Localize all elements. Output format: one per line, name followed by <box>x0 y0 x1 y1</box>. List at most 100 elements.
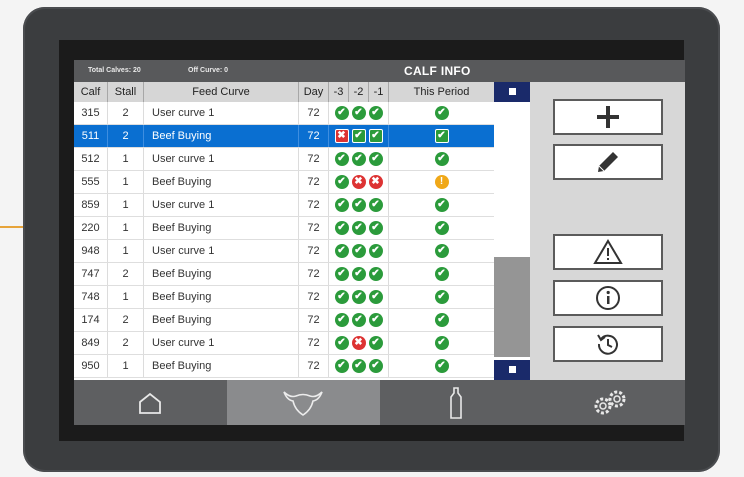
stall-number: 1 <box>108 194 144 216</box>
scroll-down-button[interactable] <box>494 360 530 380</box>
add-button[interactable] <box>553 99 663 135</box>
table-row[interactable]: 950 1 Beef Buying 72 ✔ ✔ ✔ ✔ <box>74 355 494 378</box>
table-row[interactable]: 747 2 Beef Buying 72 ✔ ✔ ✔ ✔ <box>74 263 494 286</box>
info-button[interactable] <box>553 280 663 316</box>
calf-id: 849 <box>74 332 108 354</box>
check-icon: ✔ <box>368 266 383 281</box>
check-icon: ✔ <box>351 197 366 212</box>
table-row[interactable]: 512 1 User curve 1 72 ✔ ✔ ✔ ✔ <box>74 148 494 171</box>
table-row[interactable]: 849 2 User curve 1 72 ✔ ✖ ✔ ✔ <box>74 332 494 355</box>
feed-curve: User curve 1 <box>144 194 299 216</box>
table-row[interactable]: 555 1 Beef Buying 72 ✔ ✖ ✖! <box>74 171 494 194</box>
tab-settings[interactable] <box>532 380 685 425</box>
feed-curve: User curve 1 <box>144 102 299 124</box>
scroll-up-button[interactable] <box>494 82 530 102</box>
period-status: ✔ <box>389 309 494 331</box>
feed-curve: Beef Buying <box>144 263 299 285</box>
check-icon: ✔ <box>368 243 383 258</box>
column-header-calf[interactable]: Calf <box>74 82 108 102</box>
check-icon: ✔ <box>334 151 349 166</box>
tab-milk[interactable] <box>380 380 533 425</box>
check-icon: ✔ <box>434 220 449 235</box>
table-row[interactable]: 948 1 User curve 1 72 ✔ ✔ ✔ ✔ <box>74 240 494 263</box>
calf-id: 948 <box>74 240 108 262</box>
scrollbar[interactable] <box>494 82 530 380</box>
check-icon: ✔ <box>334 358 349 373</box>
table-row[interactable]: 315 2 User curve 1 72 ✔ ✔ ✔ ✔ <box>74 102 494 125</box>
column-header-minus3[interactable]: -3 <box>329 82 349 102</box>
error-icon: ✖ <box>368 174 383 189</box>
table-row[interactable]: 859 1 User curve 1 72 ✔ ✔ ✔ ✔ <box>74 194 494 217</box>
period-status: ✔ <box>389 148 494 170</box>
period-status: ✔ <box>389 125 494 147</box>
history-status: ✔ ✔ ✔ <box>329 148 389 170</box>
column-header-day[interactable]: Day <box>299 82 329 102</box>
bottle-icon <box>450 386 462 419</box>
history-status: ✔ ✔ ✔ <box>329 263 389 285</box>
stall-number: 2 <box>108 125 144 147</box>
feed-curve: User curve 1 <box>144 240 299 262</box>
table-row[interactable]: 174 2 Beef Buying 72 ✔ ✔ ✔ ✔ <box>74 309 494 332</box>
check-icon: ✔ <box>334 335 349 350</box>
error-icon: ✖ <box>334 128 349 143</box>
check-icon: ✔ <box>368 312 383 327</box>
check-icon: ✔ <box>434 128 449 143</box>
history-status: ✔ ✔ ✔ <box>329 194 389 216</box>
day-count: 72 <box>299 194 329 216</box>
check-icon: ✔ <box>351 243 366 258</box>
check-icon: ✔ <box>368 289 383 304</box>
scroll-thumb[interactable] <box>494 257 530 357</box>
calf-icon <box>283 390 323 416</box>
table-row[interactable]: 748 1 Beef Buying 72 ✔ ✔ ✔ ✔ <box>74 286 494 309</box>
check-icon: ✔ <box>368 358 383 373</box>
history-button[interactable] <box>553 326 663 362</box>
check-icon: ✔ <box>434 197 449 212</box>
tab-home[interactable] <box>74 380 227 425</box>
stall-number: 1 <box>108 240 144 262</box>
day-count: 72 <box>299 102 329 124</box>
alarm-button[interactable] <box>553 234 663 270</box>
check-icon: ✔ <box>351 358 366 373</box>
check-icon: ✔ <box>368 335 383 350</box>
check-icon: ✔ <box>334 174 349 189</box>
period-status: ✔ <box>389 240 494 262</box>
column-header-this-period[interactable]: This Period <box>389 82 494 102</box>
pencil-icon <box>598 152 618 172</box>
table-row[interactable]: 220 1 Beef Buying 72 ✔ ✔ ✔ ✔ <box>74 217 494 240</box>
feed-curve: Beef Buying <box>144 309 299 331</box>
check-icon: ✔ <box>334 243 349 258</box>
check-icon: ✔ <box>351 151 366 166</box>
calf-id: 950 <box>74 355 108 377</box>
edit-button[interactable] <box>553 144 663 180</box>
history-status: ✔ ✔ ✔ <box>329 240 389 262</box>
check-icon: ✔ <box>368 105 383 120</box>
column-header-minus1[interactable]: -1 <box>369 82 389 102</box>
history-status: ✔ ✔ ✔ <box>329 286 389 308</box>
check-icon: ✔ <box>368 128 383 143</box>
column-header-feed-curve[interactable]: Feed Curve <box>144 82 299 102</box>
calf-id: 555 <box>74 171 108 193</box>
calf-id: 512 <box>74 148 108 170</box>
check-icon: ✔ <box>334 105 349 120</box>
table-header: Calf Stall Feed Curve Day -3 -2 -1 This … <box>74 82 494 102</box>
feed-curve: Beef Buying <box>144 286 299 308</box>
check-icon: ✔ <box>351 105 366 120</box>
warning-status-icon: ! <box>434 174 449 189</box>
warning-icon <box>593 239 623 264</box>
tab-calves[interactable] <box>226 380 380 425</box>
column-header-stall[interactable]: Stall <box>108 82 144 102</box>
gears-icon <box>594 390 626 414</box>
check-icon: ✔ <box>351 128 366 143</box>
feed-curve: User curve 1 <box>144 332 299 354</box>
bottom-nav <box>74 380 685 425</box>
day-count: 72 <box>299 171 329 193</box>
calf-id: 174 <box>74 309 108 331</box>
period-status: ✔ <box>389 194 494 216</box>
info-icon <box>596 286 620 310</box>
history-status: ✔ ✔ ✔ <box>329 102 389 124</box>
calf-id: 859 <box>74 194 108 216</box>
table-row[interactable]: 511 2 Beef Buying 72 ✖ ✔ ✔ ✔ <box>74 125 494 148</box>
period-status: ✔ <box>389 286 494 308</box>
stall-number: 1 <box>108 286 144 308</box>
column-header-minus2[interactable]: -2 <box>349 82 369 102</box>
